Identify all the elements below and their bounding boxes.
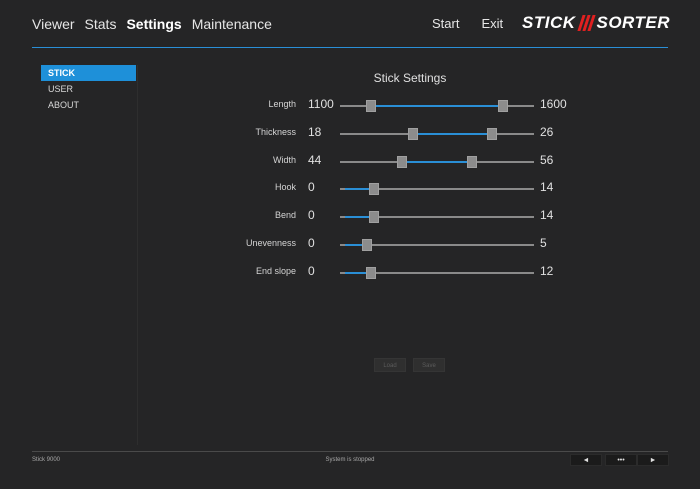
slider-row-end-slope: End slope 0 12 xyxy=(200,263,580,283)
footer-divider xyxy=(32,451,668,452)
slider-max-value: 1600 xyxy=(540,97,567,111)
slider-track[interactable] xyxy=(340,183,534,196)
slider-low-handle[interactable] xyxy=(365,100,376,112)
sidebar-item-user[interactable]: USER xyxy=(41,81,136,97)
slider-max-value: 14 xyxy=(540,208,554,223)
slider-row-hook: Hook 0 14 xyxy=(200,179,580,199)
header-divider xyxy=(32,47,668,48)
slider-min-value: 0 xyxy=(308,208,315,223)
slider-high-handle[interactable] xyxy=(369,211,380,224)
slider-label: Unevenness xyxy=(245,238,296,248)
slider-label: Width xyxy=(272,154,296,165)
sidebar-item-stick[interactable]: STICK xyxy=(41,65,136,81)
slider-min-value: 1100 xyxy=(308,97,334,111)
slider-track[interactable] xyxy=(340,239,534,251)
slider-row-thickness: Thickness 18 26 xyxy=(200,124,580,144)
slider-range-fill xyxy=(370,105,504,107)
slider-max-value: 12 xyxy=(540,263,554,278)
slider-high-handle[interactable] xyxy=(362,239,373,251)
slider-track[interactable] xyxy=(340,211,534,224)
slider-min-value: 18 xyxy=(308,124,322,139)
slider-range-fill xyxy=(402,160,472,163)
prev-page-button[interactable]: ◄ xyxy=(570,454,602,466)
slider-max-value: 5 xyxy=(540,236,547,250)
load-button[interactable]: Load xyxy=(374,358,406,372)
sidebar-item-about[interactable]: ABOUT xyxy=(41,97,136,113)
save-button[interactable]: Save xyxy=(413,358,445,372)
slider-min-value: 0 xyxy=(308,180,315,195)
machine-name: Stick 9000 xyxy=(32,457,61,463)
slider-max-value: 14 xyxy=(540,180,554,195)
slider-label: Hook xyxy=(274,182,296,193)
settings-sidebar: STICK USER ABOUT xyxy=(41,65,138,445)
slider-label: End slope xyxy=(255,265,296,276)
next-page-button[interactable]: ► xyxy=(637,454,669,466)
slider-row-width: Width 44 56 xyxy=(200,152,580,172)
slider-label: Thickness xyxy=(255,126,296,137)
exit-button[interactable]: Exit xyxy=(481,16,503,31)
slider-min-value: 0 xyxy=(308,236,315,250)
slider-label: Bend xyxy=(274,210,296,221)
slider-high-handle[interactable] xyxy=(466,155,477,168)
nav-settings[interactable]: Settings xyxy=(126,16,181,32)
nav-viewer[interactable]: Viewer xyxy=(32,16,75,32)
slider-track[interactable] xyxy=(340,127,534,140)
top-bar: Viewer Stats Settings Maintenance Start … xyxy=(0,0,700,48)
slider-row-bend: Bend 0 14 xyxy=(200,207,580,227)
slider-track[interactable] xyxy=(340,100,534,112)
slider-high-handle[interactable] xyxy=(487,127,498,140)
slider-label: Length xyxy=(268,99,296,109)
main-nav: Viewer Stats Settings Maintenance xyxy=(32,16,272,32)
slider-track[interactable] xyxy=(340,155,534,168)
slider-min-value: 0 xyxy=(308,263,315,278)
slider-high-handle[interactable] xyxy=(365,266,376,279)
slider-track[interactable] xyxy=(340,266,534,279)
slider-range-fill xyxy=(413,132,493,135)
slider-high-handle[interactable] xyxy=(498,100,509,112)
action-bar: Start Exit xyxy=(432,16,503,31)
slider-max-value: 26 xyxy=(540,124,554,139)
nav-maintenance[interactable]: Maintenance xyxy=(192,16,272,32)
panel-title: Stick Settings xyxy=(373,71,447,85)
logo-text-sorter: SORTER xyxy=(596,13,671,32)
logo-text-stick: STICK xyxy=(522,13,576,32)
slider-high-handle[interactable] xyxy=(369,183,380,196)
logo-slash-icon xyxy=(576,15,596,31)
slider-row-length: Length 1100 1600 xyxy=(200,96,580,116)
slider-max-value: 56 xyxy=(540,152,554,167)
stick-sorter-logo: STICK SORTER xyxy=(522,12,670,34)
more-button[interactable]: ••• xyxy=(605,454,637,466)
slider-row-unevenness: Unevenness 0 5 xyxy=(200,235,580,255)
slider-low-handle[interactable] xyxy=(408,127,419,140)
nav-stats[interactable]: Stats xyxy=(85,16,117,32)
slider-low-handle[interactable] xyxy=(397,155,408,168)
start-button[interactable]: Start xyxy=(432,16,459,31)
slider-min-value: 44 xyxy=(308,152,322,167)
system-status: System is stopped xyxy=(325,457,375,463)
